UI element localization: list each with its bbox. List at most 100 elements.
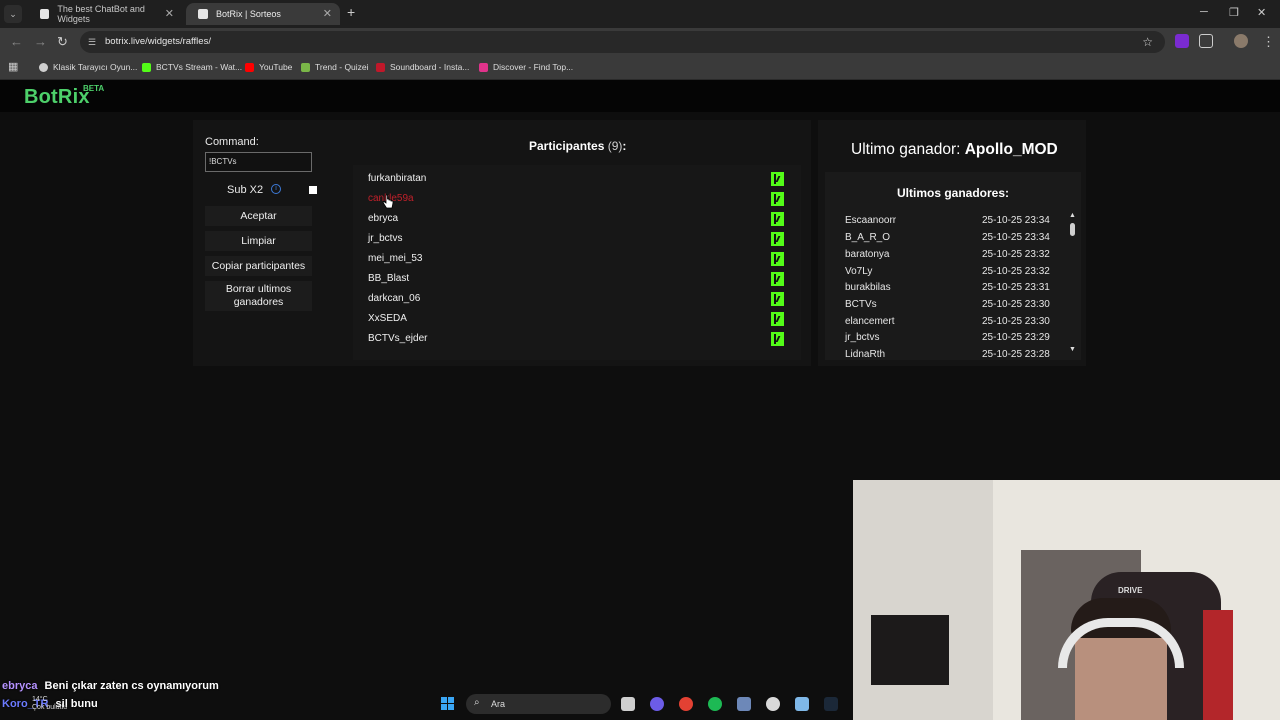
winners-scrollbar[interactable]: ▲ ▼ — [1069, 212, 1077, 356]
winners-list-title: Ultimos ganadores: — [896, 186, 1010, 200]
maximize-icon[interactable]: ❐ — [1229, 6, 1239, 19]
scroll-thumb[interactable] — [1070, 223, 1075, 236]
back-icon[interactable]: ← — [10, 34, 23, 49]
webcam-monitor — [871, 615, 949, 685]
participant-row[interactable]: jr_bctvs — [353, 227, 801, 247]
winner-name: baratonya — [845, 249, 890, 260]
participant-row[interactable]: furkanbiratan — [353, 167, 801, 187]
command-label: Command: — [205, 136, 259, 148]
close-tab-icon[interactable]: ✕ — [323, 7, 332, 20]
winner-name: Escaanoorr — [845, 215, 897, 226]
participant-name: XxSEDA — [368, 313, 407, 324]
tab-list-button[interactable]: ⌄ — [4, 5, 22, 23]
botrix-favicon-icon — [198, 9, 208, 19]
info-icon[interactable]: i — [271, 184, 281, 194]
taskbar-search-placeholder: Ara — [491, 699, 506, 709]
bookmark-item[interactable]: Soundboard - Insta... — [376, 62, 469, 72]
bookmark-item[interactable]: BCTVs Stream - Wat... — [142, 62, 242, 72]
tab-title: BotRix | Sorteos — [216, 9, 281, 19]
accept-button[interactable]: Aceptar — [205, 206, 312, 226]
winner-date: 25-10-25 23:30 — [982, 316, 1050, 327]
participant-row[interactable]: cankle59a — [353, 187, 801, 207]
kick-icon — [771, 252, 784, 266]
chrome-icon[interactable] — [679, 697, 693, 711]
soundboard-favicon-icon — [376, 62, 385, 72]
bookmark-label: Trend - Quizei — [315, 62, 369, 72]
participant-row[interactable]: BCTVs_ejder — [353, 327, 801, 347]
extension-icon[interactable] — [1175, 34, 1189, 48]
delete-winners-button[interactable]: Borrar ultimos ganadores — [205, 281, 312, 311]
weather-widget[interactable]: 14°C Çok bulutlu — [32, 696, 67, 712]
webcam-overlay: DRIVE — [853, 480, 1280, 720]
spotify-icon[interactable] — [708, 697, 722, 711]
participant-name: jr_bctvs — [368, 233, 403, 244]
tab-title: The best ChatBot and Widgets — [57, 4, 145, 24]
winner-name: LidnaRth — [845, 349, 886, 360]
bookmark-label: Discover - Find Top... — [493, 62, 574, 72]
discord-icon[interactable] — [650, 697, 664, 711]
participant-row[interactable]: mei_mei_53 — [353, 247, 801, 267]
minimize-icon[interactable]: ─ — [1200, 6, 1208, 18]
bookmark-label: Klasik Tarayıcı Oyun... — [53, 62, 138, 72]
windows-start-icon[interactable] — [441, 697, 455, 711]
extensions-puzzle-icon[interactable] — [1199, 34, 1213, 48]
steam-icon[interactable] — [824, 697, 838, 711]
tab-chatbot-widgets[interactable]: The best ChatBot and Widgets ✕ — [28, 3, 182, 25]
site-navbar: BotRix BETA — [0, 80, 1280, 112]
bookmark-item[interactable]: Trend - Quizei — [301, 62, 369, 72]
scroll-down-icon[interactable]: ▼ — [1069, 346, 1076, 353]
kick-icon — [771, 212, 784, 226]
participant-row[interactable]: darkcan_06 — [353, 287, 801, 307]
quizei-favicon-icon — [301, 62, 310, 72]
task-view-icon[interactable] — [621, 697, 635, 711]
close-window-icon[interactable]: ✕ — [1257, 6, 1266, 19]
command-input[interactable]: !BCTVs — [205, 152, 312, 172]
youtube-favicon-icon — [245, 62, 254, 72]
winner-name: BCTVs — [845, 299, 877, 310]
participants-title: Participantes (9): — [529, 139, 626, 153]
last-winner-label: Ultimo ganador: — [851, 141, 961, 158]
forward-icon[interactable]: → — [34, 34, 47, 49]
participant-row[interactable]: BB_Blast — [353, 267, 801, 287]
bookmark-star-icon[interactable]: ☆ — [1142, 35, 1153, 49]
chair-brand-text: DRIVE — [1118, 586, 1143, 595]
bookmark-item[interactable]: Discover - Find Top... — [479, 62, 573, 72]
kick-favicon-icon — [142, 62, 151, 72]
notepad-icon[interactable] — [795, 697, 809, 711]
obs-icon[interactable] — [766, 697, 780, 711]
taskbar-search[interactable]: ⌕ Ara — [466, 694, 611, 714]
winner-name: burakbilas — [845, 282, 891, 293]
scroll-up-icon[interactable]: ▲ — [1069, 212, 1076, 219]
winner-date: 25-10-25 23:34 — [982, 232, 1050, 243]
bookmark-item[interactable]: YouTube — [245, 62, 292, 72]
weather-desc: Çok bulutlu — [32, 704, 68, 711]
participant-row[interactable]: ebryca — [353, 207, 801, 227]
clear-button[interactable]: Limpiar — [205, 231, 312, 251]
winner-date: 25-10-25 23:32 — [982, 249, 1050, 260]
botrix-logo[interactable]: BotRix — [24, 86, 90, 109]
winner-row: LidnaRth 25-10-25 23:28 — [825, 349, 1065, 360]
app-icon[interactable] — [737, 697, 751, 711]
bookmark-item[interactable]: Klasik Tarayıcı Oyun... — [39, 62, 137, 72]
bookmark-label: YouTube — [259, 62, 293, 72]
site-info-icon[interactable]: ☰ — [88, 37, 96, 48]
winner-row: baratonya 25-10-25 23:32 — [825, 249, 1065, 266]
copy-participants-button[interactable]: Copiar participantes — [205, 256, 312, 276]
menu-kebab-icon[interactable]: ⋮ — [1262, 34, 1275, 50]
reload-icon[interactable]: ↻ — [57, 34, 68, 50]
tab-botrix-sorteos[interactable]: BotRix | Sorteos ✕ — [186, 3, 340, 25]
last-winner-name: Apollo_MOD — [964, 141, 1058, 158]
profile-avatar[interactable] — [1234, 34, 1248, 48]
sub-x2-checkbox[interactable] — [309, 186, 317, 194]
winner-row: jr_bctvs 25-10-25 23:29 — [825, 332, 1065, 349]
kick-icon — [771, 232, 784, 246]
participant-name: mei_mei_53 — [368, 253, 423, 264]
new-tab-icon[interactable]: + — [347, 4, 355, 20]
apps-grid-icon[interactable]: ▦ — [8, 60, 18, 73]
kick-icon — [771, 292, 784, 306]
url-field[interactable]: ☰ botrix.live/widgets/raffles/ ☆ — [80, 31, 1165, 53]
participant-name: furkanbiratan — [368, 173, 427, 184]
participant-row[interactable]: XxSEDA — [353, 307, 801, 327]
weather-temp: 14°C — [32, 696, 48, 703]
close-tab-icon[interactable]: ✕ — [165, 7, 174, 20]
